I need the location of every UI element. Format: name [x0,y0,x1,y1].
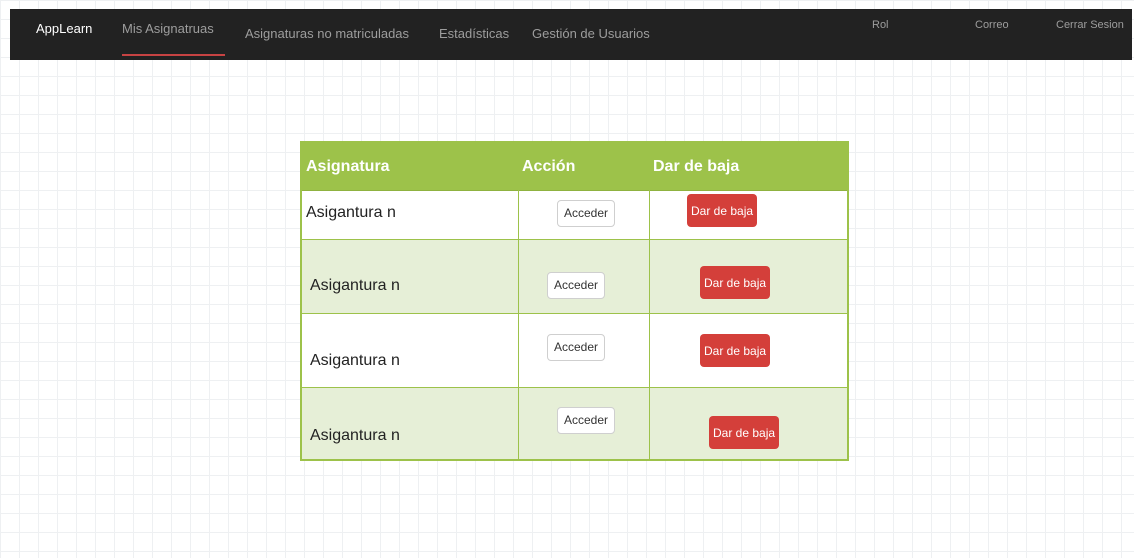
table-row: Asigantura n Acceder Dar de baja [302,314,847,388]
header-dar-de-baja: Dar de baja [653,158,740,175]
top-navbar: AppLearn Mis Asignatruas Asignaturas no … [10,9,1132,60]
table-header: Asignatura Acción Dar de baja [302,143,847,191]
access-button[interactable]: Acceder [557,200,616,227]
table-row: Asigantura n Acceder Dar de baja [302,388,847,459]
drop-subject-button[interactable]: Dar de baja [709,416,780,449]
active-nav-indicator [122,54,225,56]
table-row: Asigantura n Acceder Dar de baja [302,191,847,240]
column-divider [518,143,519,459]
access-button[interactable]: Acceder [547,272,606,299]
subjects-table: Asignatura Acción Dar de baja Asigantura… [300,141,849,461]
subject-name: Asigantura n [310,352,400,369]
subject-name: Asigantura n [306,204,396,221]
access-button[interactable]: Acceder [557,407,616,434]
column-divider [649,143,650,459]
drop-subject-button[interactable]: Dar de baja [700,334,771,367]
drop-subject-button[interactable]: Dar de baja [687,194,758,227]
subject-name: Asigantura n [310,277,400,294]
subject-name: Asigantura n [310,427,400,444]
table-row: Asigantura n Acceder Dar de baja [302,240,847,314]
nav-mis-asignaturas[interactable]: Mis Asignatruas [122,21,214,36]
nav-asignaturas-no-matriculadas[interactable]: Asignaturas no matriculadas [245,26,409,41]
header-asignatura: Asignatura [306,158,390,175]
drop-subject-button[interactable]: Dar de baja [700,266,771,299]
nav-correo[interactable]: Correo [975,19,1009,31]
nav-estadisticas[interactable]: Estadísticas [439,26,509,41]
header-accion: Acción [522,158,576,175]
brand-logo[interactable]: AppLearn [36,21,92,36]
access-button[interactable]: Acceder [547,334,606,361]
nav-rol[interactable]: Rol [872,19,889,31]
nav-gestion-usuarios[interactable]: Gestión de Usuarios [532,26,650,41]
nav-cerrar-sesion[interactable]: Cerrar Sesion [1056,19,1124,31]
